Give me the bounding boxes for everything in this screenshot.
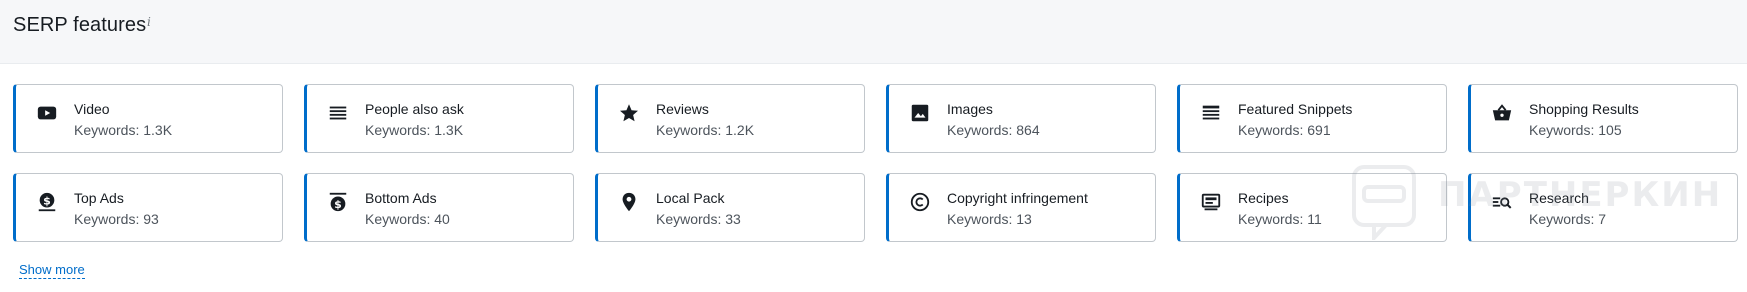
card-count: Keywords: 1.3K	[74, 122, 173, 138]
list-icon	[327, 102, 349, 124]
serp-card-bottom-ads[interactable]: $ Bottom Ads Keywords: 40	[304, 173, 574, 242]
card-name: Bottom Ads	[365, 190, 437, 206]
star-icon	[618, 102, 640, 124]
serp-card-research[interactable]: Research Keywords: 7	[1468, 173, 1738, 242]
map-pin-icon	[618, 191, 640, 213]
serp-card-reviews[interactable]: Reviews Keywords: 1.2K	[595, 84, 865, 153]
card-count: Keywords: 11	[1238, 211, 1322, 227]
dollar-bottom-icon: $	[327, 191, 349, 213]
page-title: SERP features	[13, 14, 147, 36]
svg-text:$: $	[334, 198, 342, 211]
section-header: SERP features i	[0, 0, 1747, 64]
card-name: Images	[947, 101, 993, 117]
show-more-link[interactable]: Show more	[19, 262, 85, 279]
recipe-icon	[1200, 191, 1222, 213]
card-name: Research	[1529, 190, 1589, 206]
image-icon	[909, 102, 931, 124]
card-count: Keywords: 691	[1238, 122, 1331, 138]
info-icon[interactable]: i	[147, 15, 151, 29]
card-count: Keywords: 93	[74, 211, 159, 227]
serp-card-local-pack[interactable]: Local Pack Keywords: 33	[595, 173, 865, 242]
serp-card-recipes[interactable]: Recipes Keywords: 11	[1177, 173, 1447, 242]
card-count: Keywords: 33	[656, 211, 741, 227]
serp-features-grid: Video Keywords: 1.3K People also ask Key…	[13, 84, 1739, 244]
card-name: Video	[74, 101, 110, 117]
card-name: Recipes	[1238, 190, 1289, 206]
card-count: Keywords: 40	[365, 211, 450, 227]
card-name: Local Pack	[656, 190, 725, 206]
research-icon	[1491, 191, 1513, 213]
card-count: Keywords: 1.2K	[656, 122, 755, 138]
copyright-icon	[909, 191, 931, 213]
basket-icon	[1491, 102, 1513, 124]
card-name: Top Ads	[74, 190, 124, 206]
serp-card-copyright-infringement[interactable]: Copyright infringement Keywords: 13	[886, 173, 1156, 242]
card-name: Shopping Results	[1529, 101, 1639, 117]
serp-card-video[interactable]: Video Keywords: 1.3K	[13, 84, 283, 153]
svg-text:$: $	[43, 194, 51, 207]
card-name: Copyright infringement	[947, 190, 1088, 206]
card-count: Keywords: 1.3K	[365, 122, 464, 138]
serp-card-top-ads[interactable]: $ Top Ads Keywords: 93	[13, 173, 283, 242]
dollar-top-icon: $	[36, 191, 58, 213]
serp-card-featured-snippets[interactable]: Featured Snippets Keywords: 691	[1177, 84, 1447, 153]
serp-card-people-also-ask[interactable]: People also ask Keywords: 1.3K	[304, 84, 574, 153]
card-count: Keywords: 105	[1529, 122, 1622, 138]
card-name: Reviews	[656, 101, 709, 117]
snippet-icon	[1200, 102, 1222, 124]
youtube-icon	[36, 102, 58, 124]
card-count: Keywords: 13	[947, 211, 1032, 227]
card-count: Keywords: 7	[1529, 211, 1607, 227]
serp-card-images[interactable]: Images Keywords: 864	[886, 84, 1156, 153]
serp-card-shopping-results[interactable]: Shopping Results Keywords: 105	[1468, 84, 1738, 153]
card-name: Featured Snippets	[1238, 101, 1353, 117]
card-count: Keywords: 864	[947, 122, 1040, 138]
card-name: People also ask	[365, 101, 464, 117]
